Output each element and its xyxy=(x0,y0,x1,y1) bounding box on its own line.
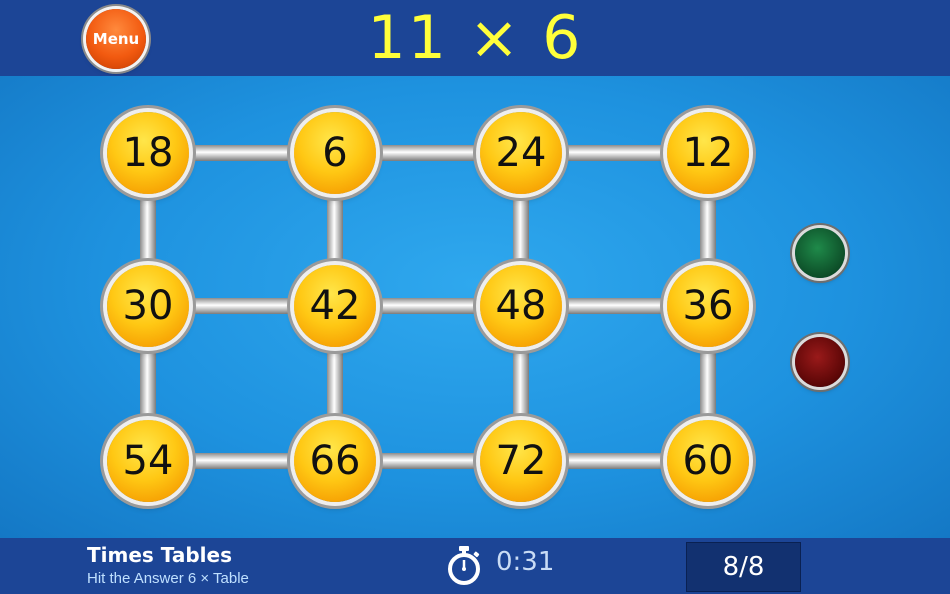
menu-button[interactable]: Menu xyxy=(86,9,146,69)
answer-ball[interactable]: 36 xyxy=(667,265,749,347)
answer-ball[interactable]: 30 xyxy=(107,265,189,347)
rod xyxy=(148,298,708,314)
answer-ball[interactable]: 12 xyxy=(667,112,749,194)
timer-text: 0:31 xyxy=(496,547,555,577)
stopwatch-icon xyxy=(448,546,480,585)
game-subtitle: Hit the Answer 6 × Table xyxy=(87,570,249,587)
top-bar: 11 × 6 Menu xyxy=(0,0,950,76)
answer-ball[interactable]: 42 xyxy=(294,265,376,347)
answer-ball[interactable]: 18 xyxy=(107,112,189,194)
answer-ball[interactable]: 48 xyxy=(480,265,562,347)
score-display: 8/8 xyxy=(686,542,801,592)
answer-ball[interactable]: 66 xyxy=(294,420,376,502)
answer-ball[interactable]: 60 xyxy=(667,420,749,502)
game-title: Times Tables xyxy=(87,543,232,567)
answer-ball[interactable]: 24 xyxy=(480,112,562,194)
game-board: 18 6 24 12 30 42 48 36 54 66 72 60 xyxy=(0,76,950,538)
wrong-indicator-light xyxy=(795,337,845,387)
correct-indicator-light xyxy=(795,228,845,278)
answer-ball[interactable]: 54 xyxy=(107,420,189,502)
answer-ball[interactable]: 6 xyxy=(294,112,376,194)
rod xyxy=(148,145,708,161)
rod xyxy=(148,453,708,469)
answer-ball[interactable]: 72 xyxy=(480,420,562,502)
